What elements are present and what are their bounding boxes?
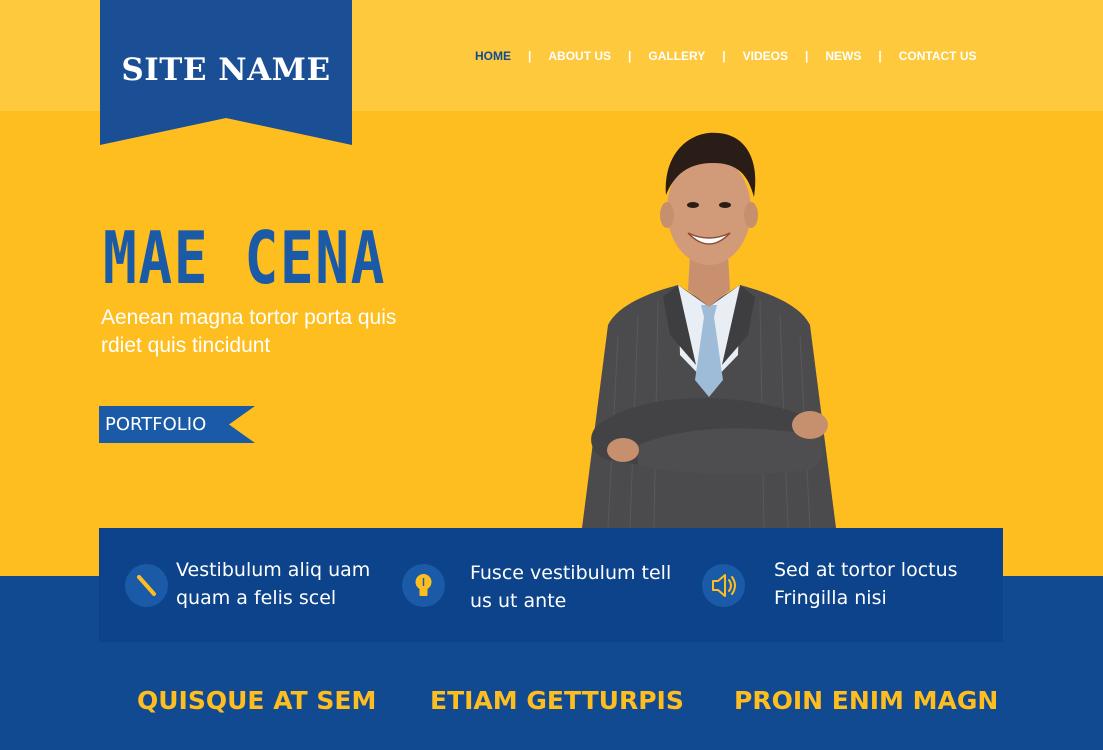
pencil-icon [125, 564, 168, 607]
feature-line2: Fringilla nisi [774, 587, 887, 609]
portfolio-button[interactable]: PORTFOLIO [99, 406, 255, 443]
businessman-image [582, 132, 836, 528]
site-logo[interactable]: SITE NAME [100, 0, 352, 145]
site-name: SITE NAME [121, 52, 331, 88]
hero-subtitle: Aenean magna tortor porta quis rdiet qui… [101, 304, 461, 360]
nav-separator: | [528, 49, 532, 63]
column-title: QUISQUE AT SEM [137, 686, 377, 715]
feature-line1: Sed at tortor loctus [774, 559, 958, 581]
nav-item-about-us[interactable]: ABOUT US [548, 49, 611, 63]
nav-item-contact-us[interactable]: CONTACT US [899, 49, 977, 63]
nav-separator: | [805, 49, 809, 63]
feature-line1: Vestibulum aliq uam [176, 559, 371, 581]
feature-item: Vestibulum aliq uam quam a felis scel [99, 528, 399, 642]
feature-text: Fusce vestibulum tell us ut ante [470, 559, 671, 615]
feature-item: Fusce vestibulum tell us ut ante [399, 528, 699, 642]
main-nav: HOME | ABOUT US | GALLERY | VIDEOS | NEW… [475, 48, 977, 64]
feature-line2: us ut ante [470, 590, 567, 612]
hero-subtitle-line2: rdiet quis tincidunt [101, 334, 271, 357]
speaker-icon [702, 564, 745, 607]
hero-subtitle-line1: Aenean magna tortor porta quis [101, 306, 397, 329]
nav-item-home[interactable]: HOME [475, 49, 511, 63]
column-title: ETIAM GETTURPIS [430, 686, 684, 715]
feature-item: Sed at tortor loctus Fringilla nisi [699, 528, 1003, 642]
nav-separator: | [628, 49, 632, 63]
portfolio-label: PORTFOLIO [105, 414, 207, 435]
hero-title: MAE CENA [103, 216, 386, 300]
column-title: PROIN ENIM MAGN [734, 686, 999, 715]
nav-separator: | [878, 49, 882, 63]
feature-line1: Fusce vestibulum tell [470, 562, 672, 584]
nav-separator: | [722, 49, 726, 63]
feature-line2: quam a felis scel [176, 587, 337, 609]
feature-text: Sed at tortor loctus Fringilla nisi [774, 556, 958, 612]
nav-item-news[interactable]: NEWS [825, 49, 861, 63]
features-bar: Vestibulum aliq uam quam a felis scel Fu… [99, 528, 1003, 642]
nav-item-gallery[interactable]: GALLERY [648, 49, 705, 63]
nav-item-videos[interactable]: VIDEOS [743, 49, 788, 63]
feature-text: Vestibulum aliq uam quam a felis scel [176, 556, 370, 612]
lightbulb-icon [402, 564, 445, 607]
